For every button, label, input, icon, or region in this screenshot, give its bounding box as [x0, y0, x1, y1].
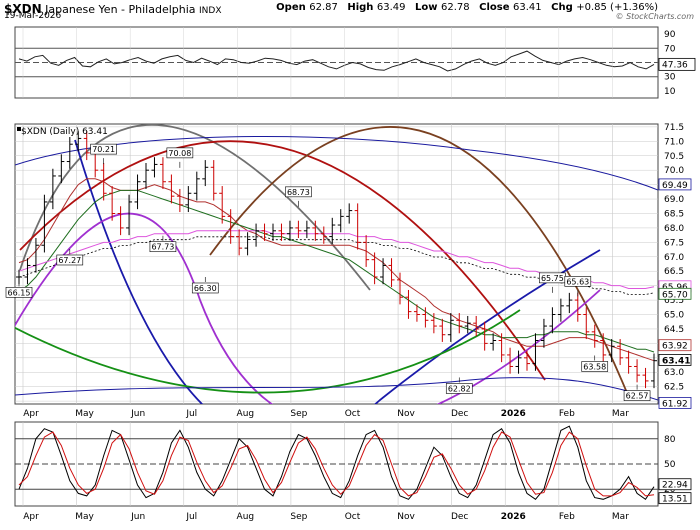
annotation-label: 65.63	[566, 277, 589, 286]
chart-canvas[interactable]: 90 70 50 30 10 47.36 Apr Apr May May Jun Jun Jul Jul A…	[0, 0, 700, 530]
lower-value-label: 13.51	[662, 495, 688, 505]
price-x-tick: Dec	[451, 409, 468, 419]
right-value-label: 69.49	[662, 181, 688, 191]
price-tick-label: 71.5	[664, 123, 684, 133]
upper-tick-label: 30	[664, 73, 676, 83]
upper-tick-label: 10	[664, 87, 676, 97]
price-x-tick: 2026	[501, 409, 526, 419]
annotation-label: 62.57	[626, 392, 649, 401]
price-x-tick: Jun	[130, 409, 145, 419]
price-x-tick: May	[75, 409, 94, 419]
price-tick-label: 68.0	[664, 224, 684, 234]
lower-x-tick: Nov	[397, 512, 415, 522]
price-tick-label: 68.5	[664, 209, 684, 219]
price-tick-label: 70.5	[664, 152, 684, 162]
upper-tick-label: 90	[664, 30, 676, 40]
lower-x-tick: Jul	[185, 512, 197, 522]
lower-x-tick: Dec	[451, 512, 468, 522]
price-tick-label: 63.0	[664, 368, 684, 378]
lower-value-label: 22.94	[662, 481, 688, 491]
price-x-tick: Nov	[397, 409, 415, 419]
annotation-label: 66.15	[8, 288, 31, 297]
legend-swatch	[17, 127, 21, 131]
right-value-label: 61.92	[662, 399, 688, 409]
lower-x-tick: Sep	[290, 512, 307, 522]
annotation-label: 68.73	[287, 188, 310, 197]
lower-x-tick: Feb	[559, 512, 575, 522]
lower-x-tick: Aug	[237, 512, 255, 522]
lower-x-tick: May	[75, 512, 94, 522]
price-tick-label: 62.5	[664, 383, 684, 393]
lower-x-tick: Apr	[23, 512, 39, 522]
price-tick-label: 64.5	[664, 325, 684, 335]
lower-x-tick: Oct	[345, 512, 361, 522]
price-x-tick: Sep	[290, 409, 307, 419]
upper-last-label: 47.36	[662, 60, 688, 70]
price-x-tick: Feb	[559, 409, 575, 419]
annotation-label: 70.21	[92, 145, 115, 154]
right-value-label: 65.70	[662, 290, 688, 300]
price-legend-title: $XDN (Daily) 63.41	[21, 127, 108, 137]
lower-tick-label: 50	[664, 460, 676, 470]
annotation-label: 66.30	[194, 284, 217, 293]
annotation-label: 67.73	[151, 243, 174, 252]
panel-frame-3	[14, 421, 659, 507]
panel-frame-2	[14, 123, 659, 405]
price-tick-label: 71.0	[664, 137, 684, 147]
lower-x-tick: Mar	[612, 512, 629, 522]
price-x-tick: Apr	[23, 409, 39, 419]
price-tick-label: 67.0	[664, 253, 684, 263]
annotation-label: 70.08	[168, 149, 191, 158]
price-x-tick: Aug	[237, 409, 255, 419]
price-tick-label: 65.0	[664, 311, 684, 321]
upper-tick-label: 70	[664, 44, 676, 54]
price-tick-label: 67.5	[664, 238, 684, 248]
annotation-label: 65.75	[541, 274, 564, 283]
annotation-label: 67.27	[58, 256, 81, 265]
lower-tick-label: 80	[664, 435, 676, 445]
price-tick-label: 70.0	[664, 166, 684, 176]
price-tick-label: 69.0	[664, 195, 684, 205]
annotation-label: 62.82	[448, 384, 471, 393]
price-x-tick: Mar	[612, 409, 629, 419]
price-x-tick: Jul	[185, 409, 197, 419]
right-value-label: 63.92	[662, 342, 688, 352]
lower-x-tick: Jun	[130, 512, 145, 522]
price-x-tick: Oct	[345, 409, 361, 419]
price-tick-label: 66.5	[664, 267, 684, 277]
right-value-label: 63.41	[662, 356, 690, 366]
lower-x-tick: 2026	[501, 512, 526, 522]
annotation-label: 63.58	[583, 363, 606, 372]
